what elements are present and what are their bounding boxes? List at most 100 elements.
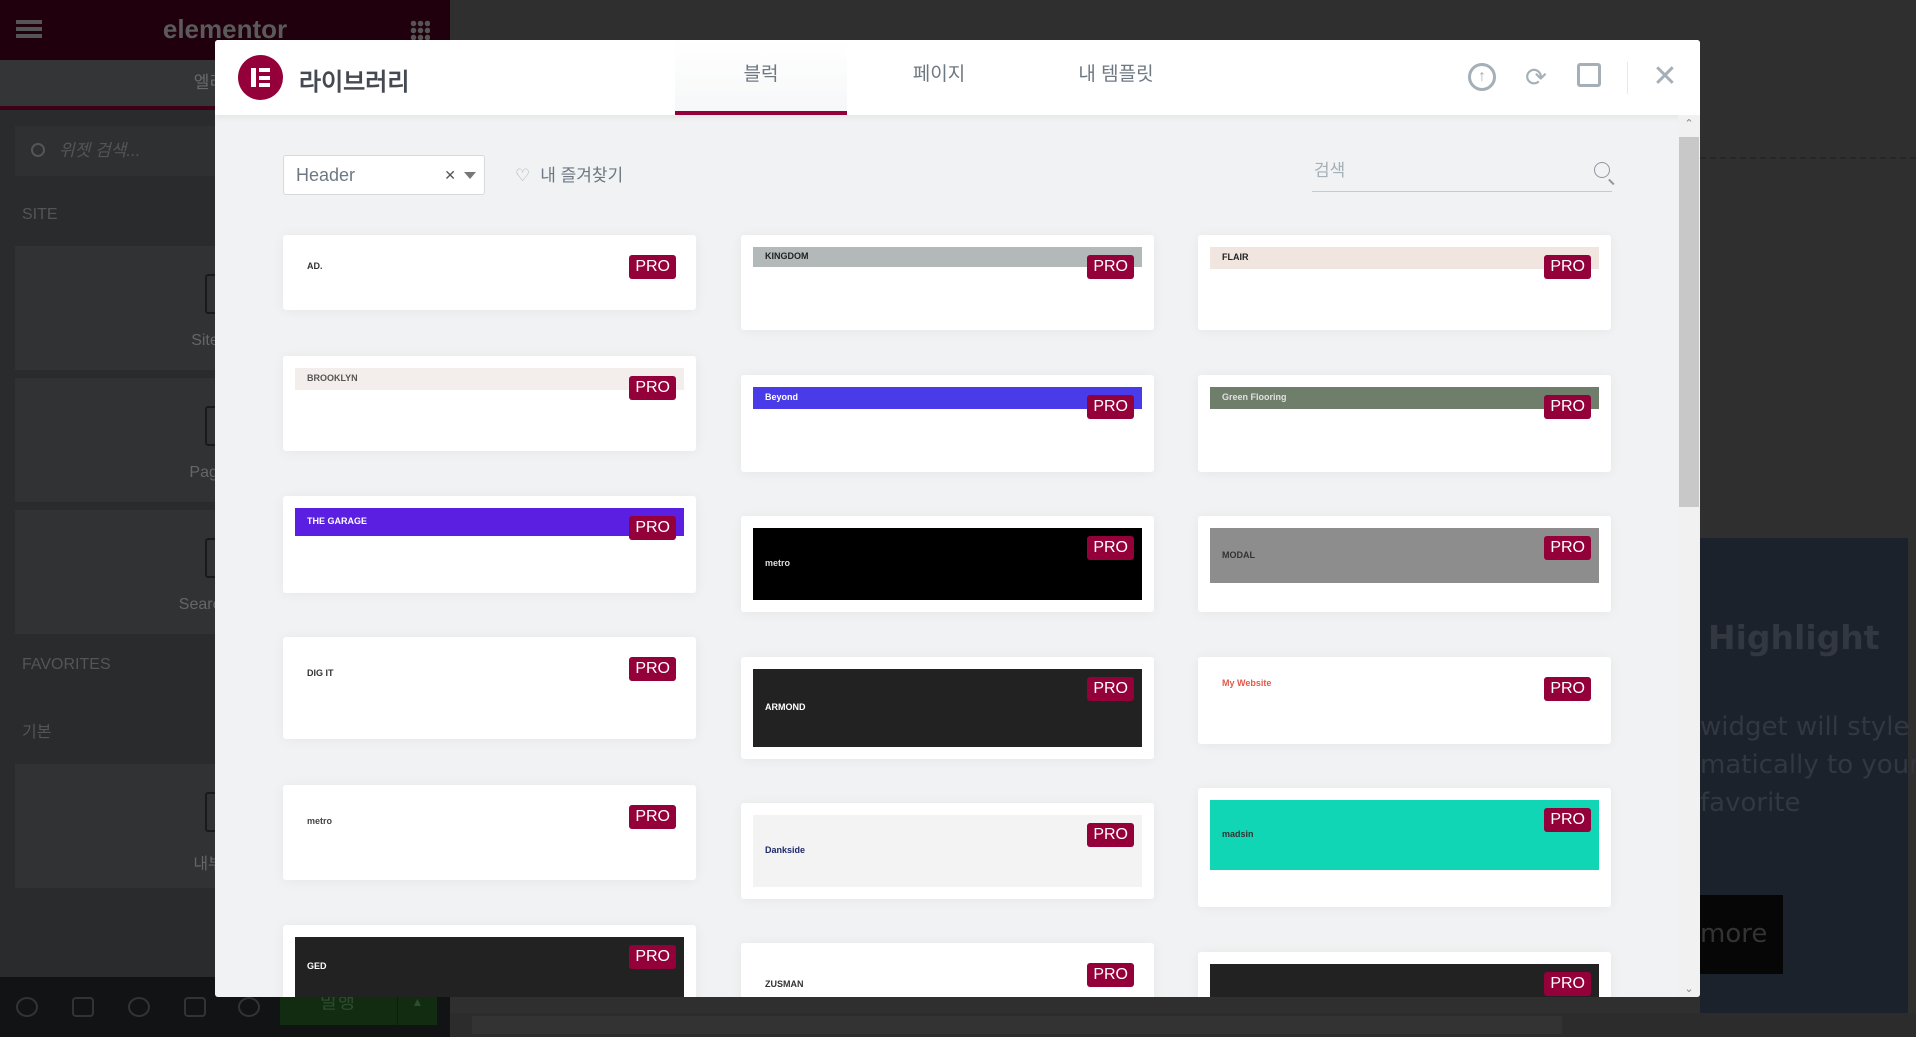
- thumbnail-brand: Beyond: [765, 392, 799, 402]
- pro-badge: PRO: [1087, 823, 1134, 847]
- pro-badge: PRO: [1544, 536, 1591, 560]
- search-icon: [31, 143, 45, 157]
- template-thumbnail: Green Flooring: [1210, 387, 1599, 409]
- template-thumbnail: metro: [295, 797, 684, 847]
- upload-icon[interactable]: ↑: [1468, 63, 1496, 91]
- pro-badge: PRO: [1544, 255, 1591, 279]
- template-card[interactable]: PRO: [1198, 952, 1611, 997]
- thumbnail-brand: My Website: [1222, 678, 1272, 688]
- thumbnail-brand: metro: [307, 816, 333, 826]
- library-title: 라이브러리: [299, 69, 410, 96]
- scroll-down-icon[interactable]: ⌄: [1678, 982, 1700, 995]
- pro-badge: PRO: [629, 805, 676, 829]
- library-modal: AD. PRO BROOKLYN PRO THE GARAGE PRO DIG IT PRO m…: [215, 40, 1700, 997]
- tab-blocks[interactable]: 블럭: [675, 40, 847, 115]
- pro-badge: PRO: [1087, 536, 1134, 560]
- thumbnail-brand: GED: [307, 961, 327, 971]
- template-thumbnail: DIG IT: [295, 649, 684, 699]
- dropdown-arrow-icon[interactable]: [464, 172, 476, 185]
- preview-button[interactable]: more: [1700, 895, 1783, 974]
- template-thumbnail: madsin: [1210, 800, 1599, 870]
- thumbnail-brand: THE GARAGE: [307, 516, 368, 526]
- horizontal-scrollbar[interactable]: [450, 1013, 1916, 1037]
- template-card[interactable]: Green Flooring PRO: [1198, 375, 1611, 472]
- category-filter-select[interactable]: Header ✕: [283, 155, 485, 195]
- tab-pages[interactable]: 페이지: [853, 40, 1025, 115]
- pro-badge: PRO: [1087, 963, 1134, 987]
- template-thumbnail: My Website: [1210, 669, 1599, 699]
- favorites-filter[interactable]: ♡ 내 즐겨찾기: [515, 161, 623, 186]
- template-thumbnail: AD.: [295, 247, 684, 287]
- template-thumbnail: Beyond: [753, 387, 1142, 409]
- template-card[interactable]: BROOKLYN PRO: [283, 356, 696, 451]
- template-card[interactable]: ARMOND PRO: [741, 657, 1154, 759]
- template-thumbnail: THE GARAGE: [295, 508, 684, 536]
- responsive-icon[interactable]: [184, 997, 206, 1017]
- sync-icon[interactable]: ⟳: [1522, 63, 1550, 91]
- scrollbar-thumb[interactable]: [1679, 137, 1699, 507]
- pro-badge: PRO: [1087, 255, 1134, 279]
- thumbnail-brand: Dankside: [765, 845, 806, 855]
- header-divider: [1627, 62, 1628, 94]
- template-card[interactable]: KINGDOM PRO: [741, 235, 1154, 330]
- template-thumbnail: GED: [295, 937, 684, 997]
- scroll-up-icon[interactable]: ⌃: [1678, 117, 1700, 130]
- preview-text: widget will style matically to your favo…: [1700, 712, 1916, 818]
- template-thumbnail: metro: [753, 528, 1142, 600]
- library-search-input[interactable]: 검색: [1312, 150, 1612, 192]
- template-thumbnail: [1210, 964, 1599, 997]
- pro-badge: PRO: [1544, 395, 1591, 419]
- template-card[interactable]: ZUSMAN PRO: [741, 943, 1154, 997]
- template-card[interactable]: My Website PRO: [1198, 657, 1611, 744]
- template-thumbnail: ARMOND: [753, 669, 1142, 747]
- vertical-scrollbar[interactable]: ⌃ ⌄: [1678, 115, 1700, 997]
- template-card[interactable]: FLAIR PRO: [1198, 235, 1611, 330]
- search-placeholder: 위젯 검색...: [59, 141, 141, 160]
- history-icon[interactable]: [128, 997, 150, 1017]
- section-divider: [1700, 157, 1916, 159]
- template-card[interactable]: Beyond PRO: [741, 375, 1154, 472]
- pro-badge: PRO: [1544, 972, 1591, 996]
- pro-badge: PRO: [1087, 677, 1134, 701]
- pro-badge: PRO: [629, 376, 676, 400]
- template-card[interactable]: madsin PRO: [1198, 788, 1611, 907]
- thumbnail-brand: BROOKLYN: [307, 373, 358, 383]
- pro-badge: PRO: [629, 516, 676, 540]
- template-card[interactable]: GED PRO: [283, 925, 696, 997]
- close-icon[interactable]: ✕: [1651, 62, 1679, 92]
- pro-badge: PRO: [1087, 395, 1134, 419]
- template-thumbnail: FLAIR: [1210, 247, 1599, 269]
- template-card[interactable]: AD. PRO: [283, 235, 696, 310]
- elementor-logo-icon: [238, 55, 283, 100]
- clear-icon[interactable]: ✕: [444, 156, 456, 194]
- template-card[interactable]: DIG IT PRO: [283, 637, 696, 739]
- thumbnail-brand: ARMOND: [765, 702, 806, 712]
- template-thumbnail: ZUSMAN: [753, 955, 1142, 997]
- template-thumbnail: BROOKLYN: [295, 368, 684, 390]
- apps-grid-icon[interactable]: [410, 20, 430, 40]
- filter-value: Header: [296, 165, 356, 185]
- thumbnail-brand: madsin: [1222, 829, 1254, 839]
- template-thumbnail: Dankside: [753, 815, 1142, 887]
- thumbnail-brand: ZUSMAN: [765, 979, 804, 989]
- thumbnail-brand: AD.: [307, 261, 323, 271]
- template-card[interactable]: Dankside PRO: [741, 803, 1154, 899]
- search-placeholder: 검색: [1314, 161, 1346, 180]
- template-thumbnail: MODAL: [1210, 528, 1599, 583]
- preview-eye-icon[interactable]: [238, 997, 260, 1017]
- template-card[interactable]: MODAL PRO: [1198, 516, 1611, 612]
- settings-icon[interactable]: [16, 997, 38, 1017]
- template-card[interactable]: metro PRO: [741, 516, 1154, 612]
- thumbnail-brand: MODAL: [1222, 549, 1255, 560]
- save-icon[interactable]: [1577, 63, 1601, 87]
- template-card[interactable]: THE GARAGE PRO: [283, 496, 696, 593]
- template-card[interactable]: metro PRO: [283, 785, 696, 880]
- layers-icon[interactable]: [72, 997, 94, 1017]
- pro-badge: PRO: [629, 945, 676, 969]
- pro-badge: PRO: [1544, 808, 1591, 832]
- pro-badge: PRO: [629, 657, 676, 681]
- tab-my-templates[interactable]: 내 템플릿: [1030, 40, 1202, 115]
- library-toolbar: Header ✕ ♡ 내 즐겨찾기 검색: [215, 115, 1678, 195]
- scrollbar-thumb[interactable]: [472, 1016, 1562, 1034]
- preview-heading: Highlight: [1708, 618, 1880, 657]
